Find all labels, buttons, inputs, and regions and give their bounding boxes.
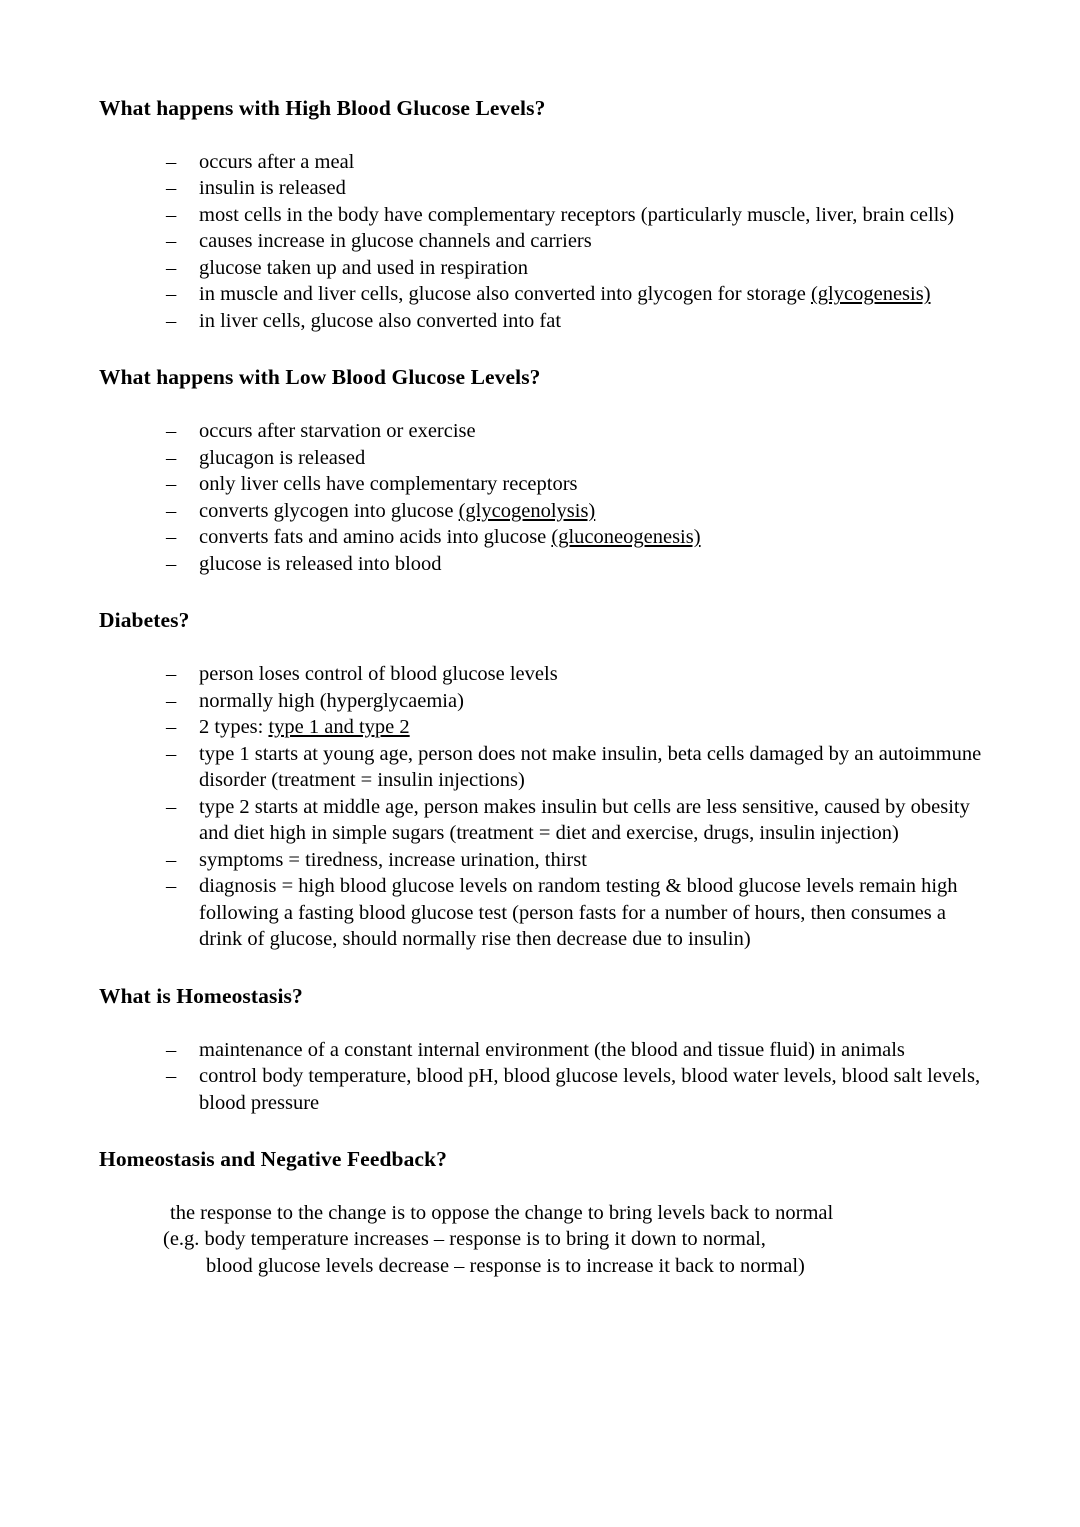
section-high-blood-glucose: What happens with High Blood Glucose Lev…	[99, 95, 989, 334]
list-item-text: in muscle and liver cells, glucose also …	[199, 283, 811, 306]
list-item: – person loses control of blood glucose l…	[166, 661, 989, 688]
underlined-term: (glycogenolysis)	[458, 499, 596, 522]
list-item: – occurs after a meal	[166, 149, 989, 176]
bullet-dash-icon: –	[166, 309, 177, 332]
list-item: – most cells in the body have complementa…	[166, 202, 989, 229]
list-item-text: only liver cells have complementary rece…	[199, 473, 578, 496]
negative-feedback-paragraph: the response to the change is to oppose …	[163, 1200, 989, 1280]
section-diabetes: Diabetes? – person loses control of blood…	[99, 607, 989, 952]
list-item: – in liver cells, glucose also converted …	[166, 308, 989, 335]
list-item-text: in liver cells, glucose also converted i…	[199, 309, 562, 332]
list-item: – glucagon is released	[166, 445, 989, 472]
list-item: – occurs after starvation or exercise	[166, 418, 989, 445]
document-body: What happens with High Blood Glucose Lev…	[99, 95, 989, 1279]
bullet-dash-icon: –	[166, 663, 177, 686]
list-item-text: person loses control of blood glucose le…	[199, 663, 558, 686]
bullet-dash-icon: –	[166, 283, 177, 306]
bullet-list-low-blood-glucose: – occurs after starvation or exercise – gl…	[99, 418, 989, 577]
list-item-text: normally high (hyperglycaemia)	[199, 689, 464, 712]
bullet-dash-icon: –	[166, 446, 177, 469]
section-heading-high-blood-glucose: What happens with High Blood Glucose Lev…	[99, 96, 546, 120]
list-item-text: occurs after starvation or exercise	[199, 420, 476, 443]
list-item: – glucose taken up and used in respiratio…	[166, 255, 989, 282]
bullet-dash-icon: –	[166, 742, 177, 765]
list-item-text: insulin is released	[199, 177, 346, 200]
list-item: – type 1 starts at young age, person does…	[166, 741, 989, 794]
underlined-term: type 1 and type 2	[268, 716, 410, 739]
list-item-text: 2 types:	[199, 716, 269, 739]
document-page: What happens with High Blood Glucose Lev…	[0, 0, 1080, 1527]
list-item-text: glucose is released into blood	[199, 552, 442, 575]
bullet-dash-icon: –	[166, 875, 177, 898]
bullet-dash-icon: –	[166, 526, 177, 549]
bullet-dash-icon: –	[166, 420, 177, 443]
bullet-dash-icon: –	[166, 177, 177, 200]
list-item: – type 2 starts at middle age, person mak…	[166, 794, 989, 847]
section-homeostasis-negative-feedback: Homeostasis and Negative Feedback? the r…	[99, 1146, 989, 1279]
list-item-text: converts fats and amino acids into gluco…	[199, 526, 552, 549]
underlined-term: (gluconeogenesis)	[551, 526, 701, 549]
list-item-text: maintenance of a constant internal envir…	[199, 1038, 905, 1061]
list-item-text: causes increase in glucose channels and …	[199, 230, 592, 253]
bullet-dash-icon: –	[166, 473, 177, 496]
list-item: – in muscle and liver cells, glucose also…	[166, 281, 989, 308]
list-item: – only liver cells have complementary rec…	[166, 471, 989, 498]
section-heading-diabetes: Diabetes?	[99, 608, 190, 633]
list-item: – normally high (hyperglycaemia)	[166, 688, 989, 715]
bullet-dash-icon: –	[166, 256, 177, 279]
list-item: –2 types: type 1 and type 2	[166, 714, 989, 741]
list-item-text: most cells in the body have complementar…	[199, 203, 955, 226]
paragraph-line-3: blood glucose levels decrease – response…	[206, 1254, 805, 1277]
bullet-dash-icon: –	[166, 203, 177, 226]
list-item: – insulin is released	[166, 175, 989, 202]
section-heading-what-is-homeostasis: What is Homeostasis?	[99, 983, 303, 1008]
bullet-dash-icon: –	[166, 689, 177, 712]
list-item: – causes increase in glucose channels and…	[166, 228, 989, 255]
list-item: – diagnosis = high blood glucose levels o…	[166, 873, 989, 953]
list-item: – symptoms = tiredness, increase urinatio…	[166, 847, 989, 874]
list-item: – converts glycogen into glucose (glycoge…	[166, 498, 989, 525]
list-item-text: glucose taken up and used in respiration	[199, 256, 529, 279]
bullet-dash-icon: –	[166, 1065, 177, 1087]
list-item-text: type 1 starts at young age, person does …	[199, 742, 982, 792]
paragraph-line-2: (e.g. body temperature increases – respo…	[163, 1228, 766, 1251]
section-low-blood-glucose: What happens with Low Blood Glucose Leve…	[99, 364, 989, 577]
list-item: – glucose is released into blood	[166, 551, 989, 578]
bullet-list-high-blood-glucose: – occurs after a meal – insulin is release…	[99, 149, 989, 335]
bullet-dash-icon: –	[166, 1038, 177, 1061]
list-item-text: glucagon is released	[199, 446, 366, 469]
underlined-term: (glycogenesis)	[810, 283, 931, 306]
paragraph-line-1: the response to the change is to oppose …	[170, 1201, 834, 1224]
list-item-text: converts glycogen into glucose	[199, 499, 459, 522]
list-item-text: diagnosis = high blood glucose levels on…	[199, 875, 958, 951]
list-item-text: occurs after a meal	[199, 150, 355, 173]
bullet-dash-icon: –	[166, 552, 177, 575]
section-what-is-homeostasis: What is Homeostasis? – maintenance of a c…	[99, 983, 989, 1116]
list-item-text: symptoms = tiredness, increase urination…	[199, 848, 587, 871]
bullet-dash-icon: –	[166, 795, 177, 818]
bullet-list-homeostasis: – maintenance of a constant internal envi…	[99, 1037, 989, 1117]
bullet-dash-icon: –	[166, 848, 177, 871]
list-item: – maintenance of a constant internal envi…	[166, 1037, 989, 1064]
list-item-text: type 2 starts at middle age, person make…	[199, 795, 970, 845]
section-heading-negative-feedback: Homeostasis and Negative Feedback?	[99, 1147, 447, 1171]
bullet-dash-icon: –	[166, 499, 177, 522]
list-item: – control body temperature, blood pH, blo…	[166, 1063, 989, 1116]
bullet-dash-icon: –	[166, 716, 177, 739]
bullet-dash-icon: –	[166, 150, 177, 173]
section-heading-low-blood-glucose: What happens with Low Blood Glucose Leve…	[99, 365, 541, 390]
list-item: – converts fats and amino acids into gluc…	[166, 524, 989, 551]
list-item-text: control body temperature, blood pH, bloo…	[199, 1065, 981, 1114]
bullet-dash-icon: –	[166, 230, 177, 253]
bullet-list-diabetes: – person loses control of blood glucose l…	[99, 661, 989, 953]
